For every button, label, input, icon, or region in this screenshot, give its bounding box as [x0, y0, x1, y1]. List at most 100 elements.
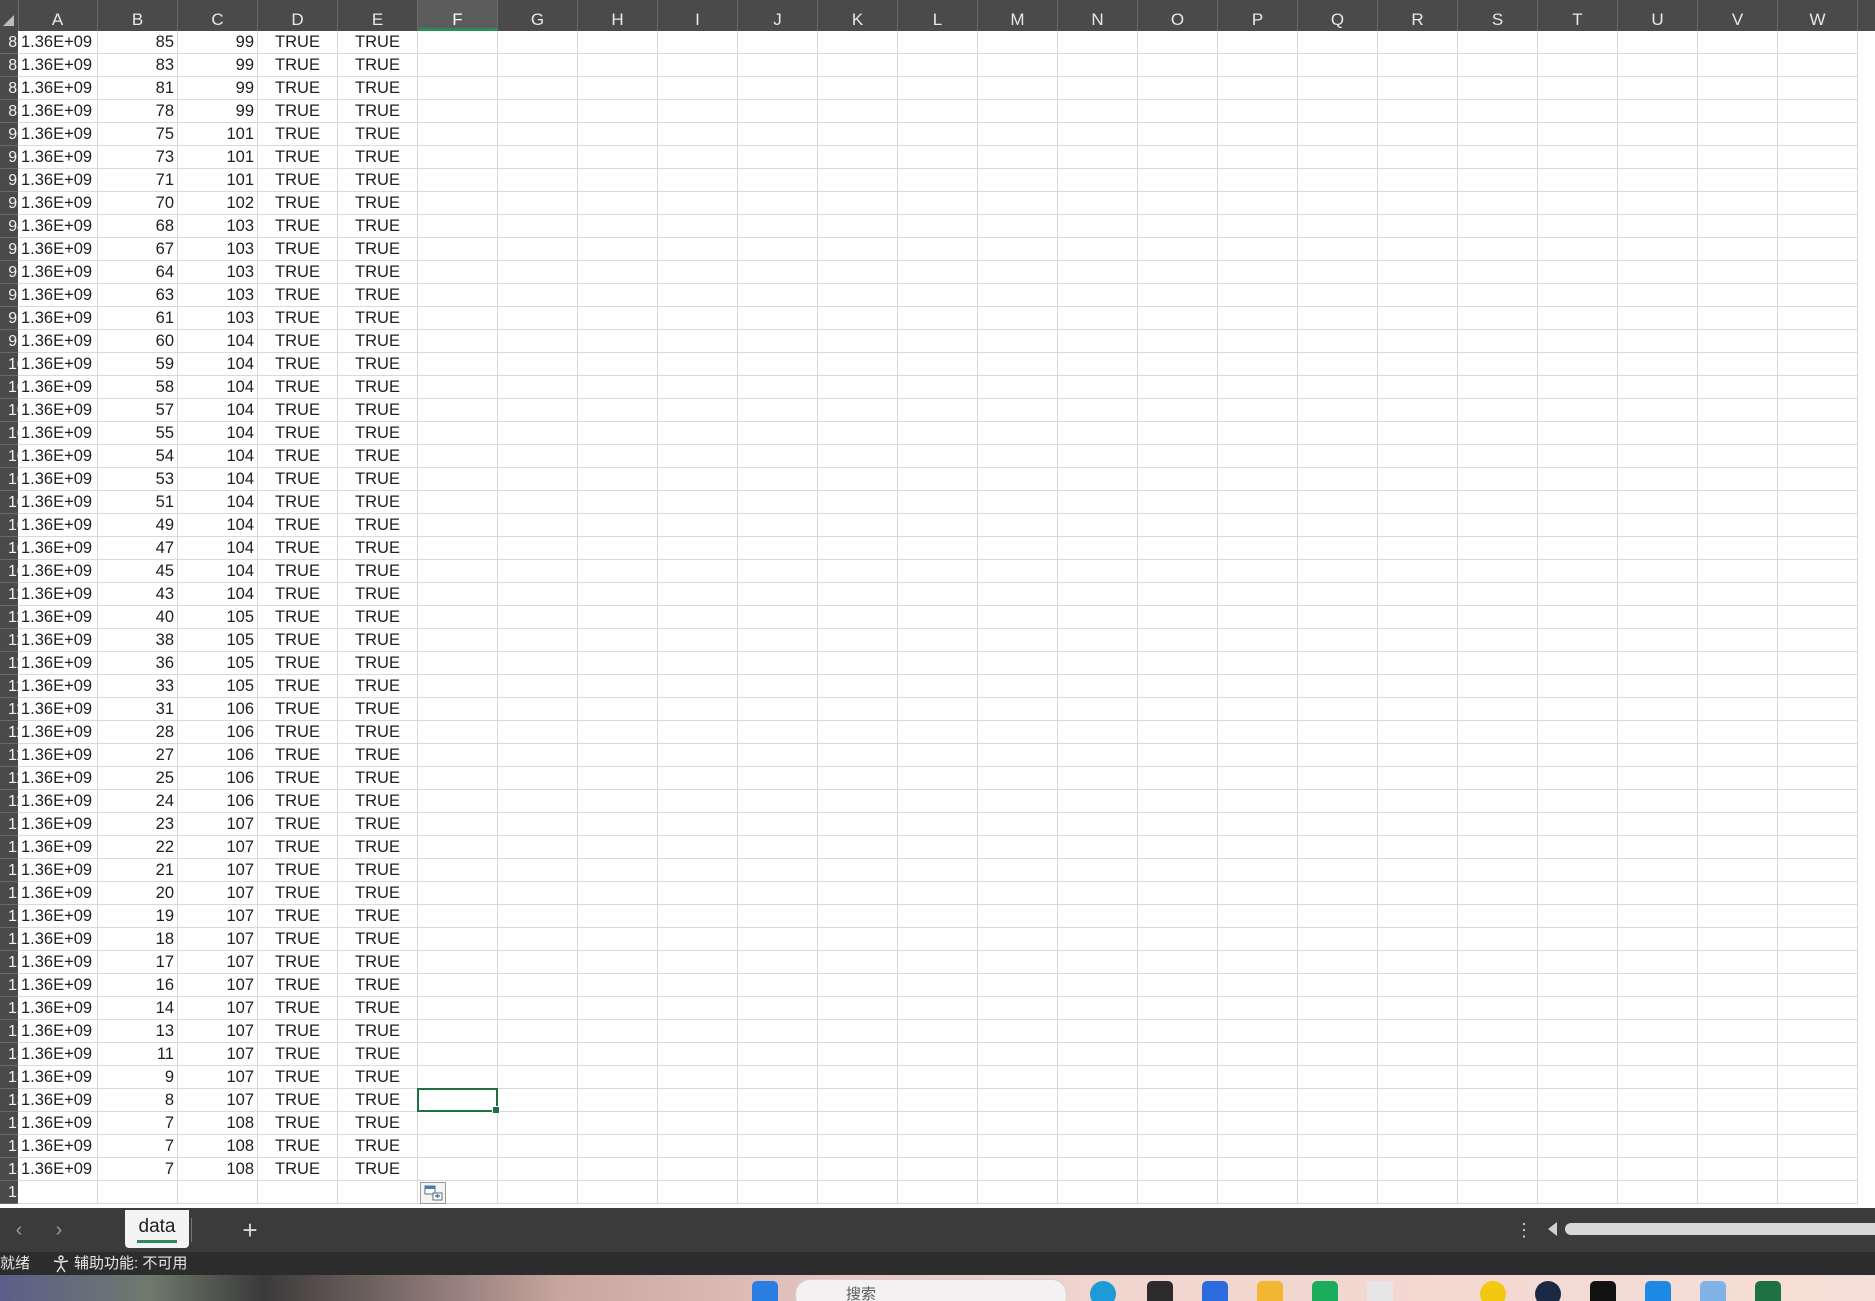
- cell-e[interactable]: TRUE: [338, 376, 418, 399]
- cell-h[interactable]: [578, 905, 658, 928]
- cell-s[interactable]: [1458, 698, 1538, 721]
- cell-a[interactable]: 1.36E+09: [18, 1043, 98, 1066]
- cell-c[interactable]: 106: [178, 721, 258, 744]
- cell-d[interactable]: TRUE: [258, 836, 338, 859]
- cell-d[interactable]: TRUE: [258, 629, 338, 652]
- column-header-a[interactable]: A: [18, 0, 98, 31]
- cell-p[interactable]: [1218, 192, 1298, 215]
- cell-g[interactable]: [498, 376, 578, 399]
- cell-p[interactable]: [1218, 905, 1298, 928]
- cell-r[interactable]: [1378, 1089, 1458, 1112]
- cell-m[interactable]: [978, 1020, 1058, 1043]
- cell-a[interactable]: 1.36E+09: [18, 790, 98, 813]
- cell-k[interactable]: [818, 169, 898, 192]
- cell-f[interactable]: [418, 859, 498, 882]
- cell-t[interactable]: [1538, 721, 1618, 744]
- cell-f[interactable]: [418, 445, 498, 468]
- cell-g[interactable]: [498, 1020, 578, 1043]
- cell-u[interactable]: [1618, 215, 1698, 238]
- column-header-b[interactable]: B: [98, 0, 178, 31]
- cell-b[interactable]: 85: [98, 31, 178, 54]
- cell-o[interactable]: [1138, 238, 1218, 261]
- cell-e[interactable]: TRUE: [338, 399, 418, 422]
- cell-j[interactable]: [738, 31, 818, 54]
- cell-j[interactable]: [738, 307, 818, 330]
- cell-v[interactable]: [1698, 307, 1778, 330]
- cell-b[interactable]: 67: [98, 238, 178, 261]
- cell-l[interactable]: [898, 123, 978, 146]
- cell-c[interactable]: 103: [178, 261, 258, 284]
- cell-n[interactable]: [1058, 307, 1138, 330]
- cell-i[interactable]: [658, 1112, 738, 1135]
- cell-w[interactable]: [1778, 77, 1858, 100]
- cell-o[interactable]: [1138, 146, 1218, 169]
- cell-w[interactable]: [1778, 100, 1858, 123]
- cell-m[interactable]: [978, 284, 1058, 307]
- cell-d[interactable]: TRUE: [258, 468, 338, 491]
- cell-b[interactable]: [98, 1181, 178, 1204]
- cell-v[interactable]: [1698, 261, 1778, 284]
- cell-r[interactable]: [1378, 675, 1458, 698]
- row-header[interactable]: 96: [0, 261, 18, 284]
- column-header-o[interactable]: O: [1138, 0, 1218, 31]
- row-header[interactable]: 115: [0, 698, 18, 721]
- cell-g[interactable]: [498, 859, 578, 882]
- cell-t[interactable]: [1538, 77, 1618, 100]
- cell-u[interactable]: [1618, 537, 1698, 560]
- cell-i[interactable]: [658, 928, 738, 951]
- cell-i[interactable]: [658, 100, 738, 123]
- cell-c[interactable]: 103: [178, 307, 258, 330]
- cell-d[interactable]: TRUE: [258, 491, 338, 514]
- cell-a[interactable]: 1.36E+09: [18, 330, 98, 353]
- cell-s[interactable]: [1458, 629, 1538, 652]
- cell-k[interactable]: [818, 445, 898, 468]
- row-header[interactable]: 95: [0, 238, 18, 261]
- cell-t[interactable]: [1538, 491, 1618, 514]
- cell-a[interactable]: 1.36E+09: [18, 445, 98, 468]
- cell-u[interactable]: [1618, 1020, 1698, 1043]
- row-header[interactable]: 109: [0, 560, 18, 583]
- cell-j[interactable]: [738, 928, 818, 951]
- cell-n[interactable]: [1058, 1135, 1138, 1158]
- cell-l[interactable]: [898, 813, 978, 836]
- cell-k[interactable]: [818, 1135, 898, 1158]
- row-header[interactable]: 100: [0, 353, 18, 376]
- cell-n[interactable]: [1058, 767, 1138, 790]
- cell-n[interactable]: [1058, 698, 1138, 721]
- cell-k[interactable]: [818, 560, 898, 583]
- cell-f[interactable]: [418, 31, 498, 54]
- cell-c[interactable]: 105: [178, 629, 258, 652]
- cell-k[interactable]: [818, 192, 898, 215]
- cell-u[interactable]: [1618, 514, 1698, 537]
- cell-m[interactable]: [978, 445, 1058, 468]
- browser-icon[interactable]: [1090, 1281, 1116, 1301]
- cell-c[interactable]: 104: [178, 353, 258, 376]
- cell-w[interactable]: [1778, 123, 1858, 146]
- cell-l[interactable]: [898, 721, 978, 744]
- cell-q[interactable]: [1298, 100, 1378, 123]
- cell-a[interactable]: 1.36E+09: [18, 859, 98, 882]
- cell-o[interactable]: [1138, 123, 1218, 146]
- cell-p[interactable]: [1218, 721, 1298, 744]
- cell-v[interactable]: [1698, 859, 1778, 882]
- row-header[interactable]: 127: [0, 974, 18, 997]
- plus-icon[interactable]: +: [236, 1216, 264, 1244]
- cell-u[interactable]: [1618, 146, 1698, 169]
- cell-v[interactable]: [1698, 790, 1778, 813]
- cell-i[interactable]: [658, 146, 738, 169]
- cell-d[interactable]: TRUE: [258, 698, 338, 721]
- chevron-left-icon[interactable]: ‹: [6, 1216, 32, 1244]
- cell-q[interactable]: [1298, 123, 1378, 146]
- cell-l[interactable]: [898, 882, 978, 905]
- cell-n[interactable]: [1058, 422, 1138, 445]
- cell-w[interactable]: [1778, 146, 1858, 169]
- cell-p[interactable]: [1218, 951, 1298, 974]
- cell-r[interactable]: [1378, 951, 1458, 974]
- cell-e[interactable]: TRUE: [338, 1112, 418, 1135]
- cell-n[interactable]: [1058, 974, 1138, 997]
- cell-d[interactable]: TRUE: [258, 215, 338, 238]
- cell-v[interactable]: [1698, 997, 1778, 1020]
- row-header[interactable]: 112: [0, 629, 18, 652]
- cell-h[interactable]: [578, 284, 658, 307]
- cell-t[interactable]: [1538, 997, 1618, 1020]
